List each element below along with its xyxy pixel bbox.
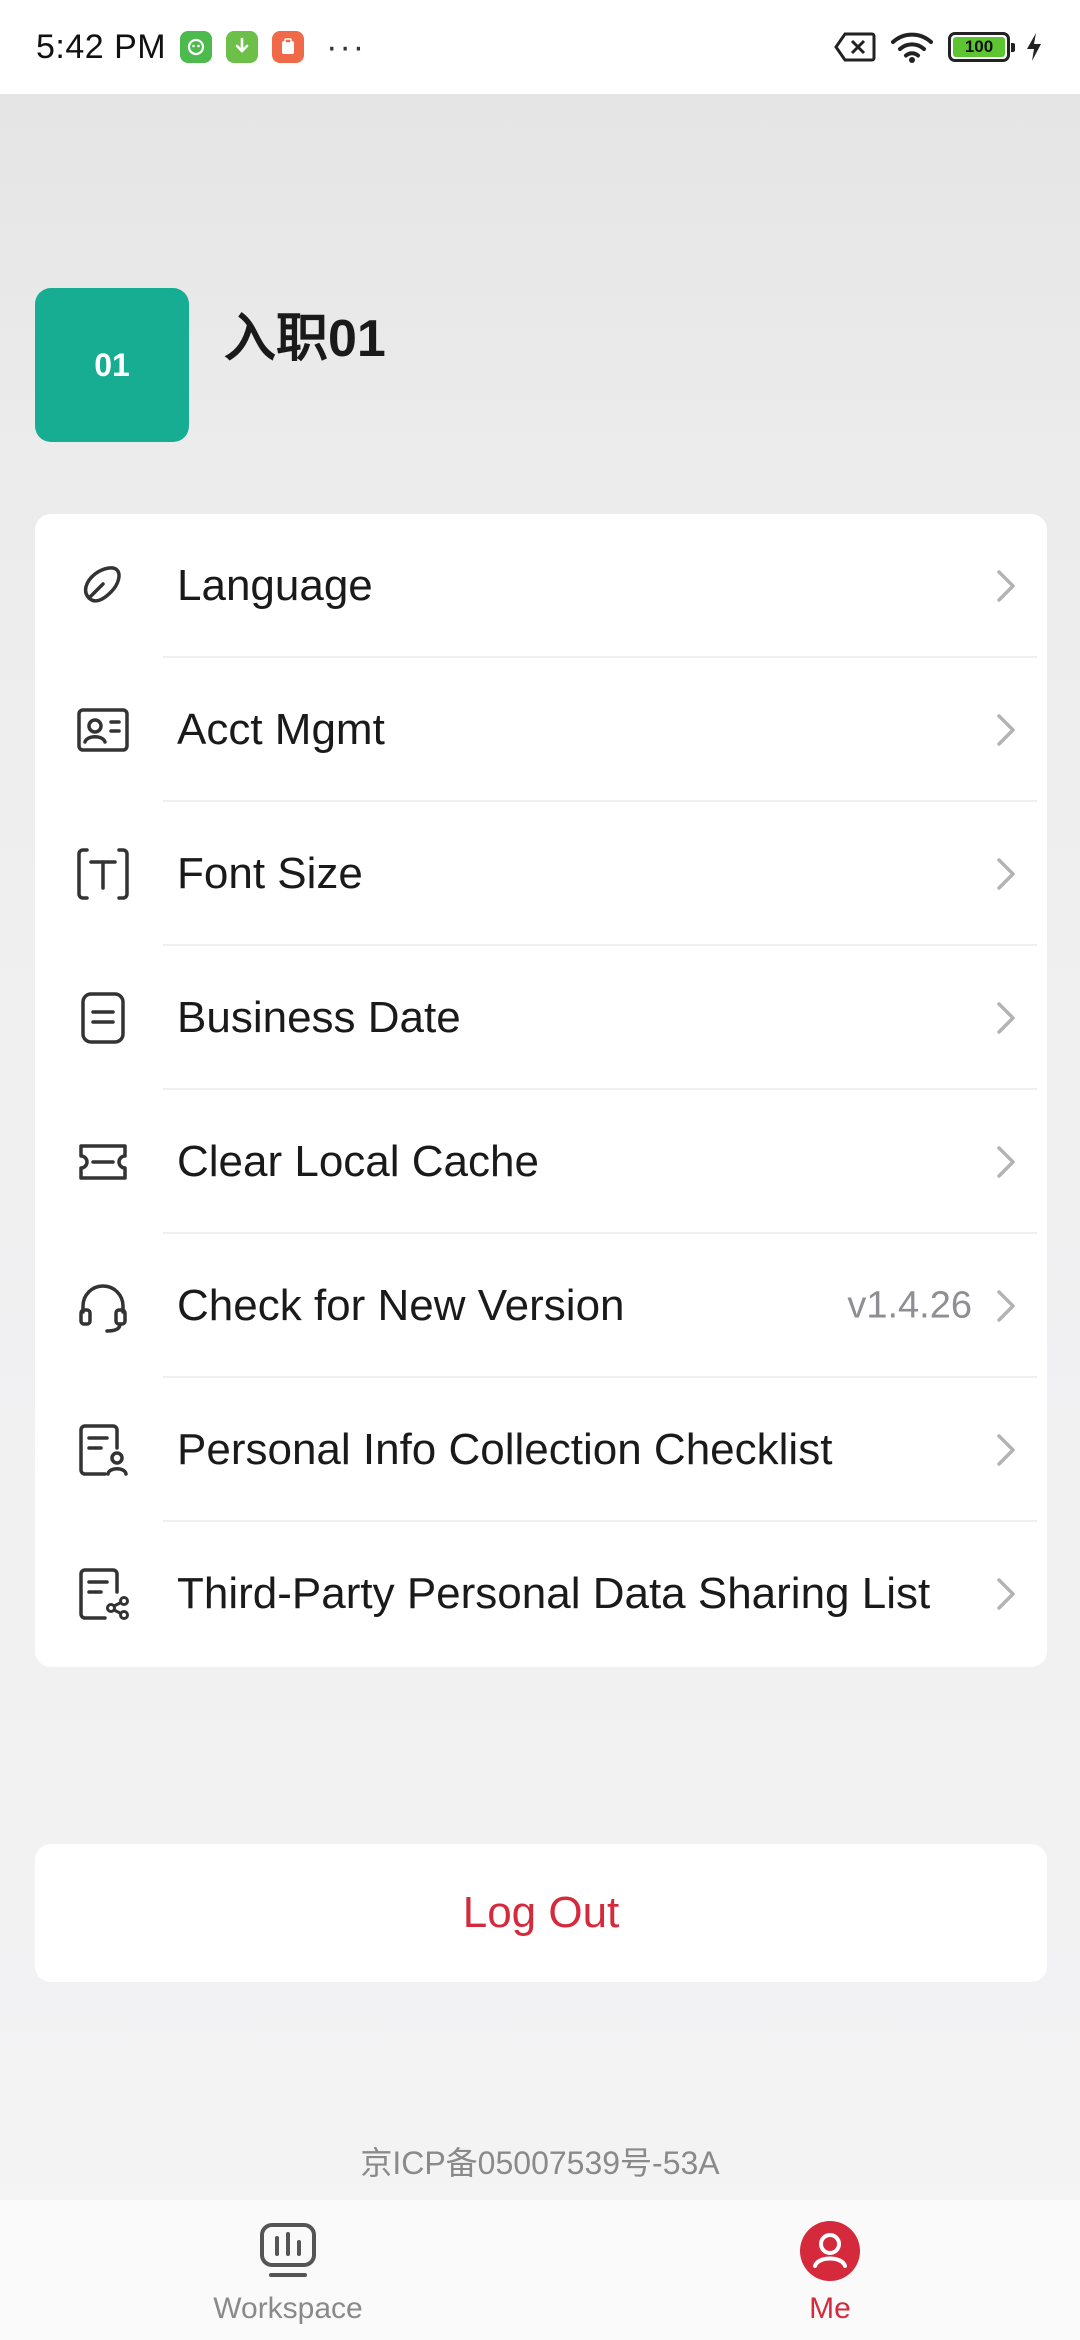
app-notification-icon [180,31,213,63]
menu-label: Language [177,561,373,610]
tag-icon [83,566,121,603]
download-notification-icon [226,31,259,63]
chevron-right-icon [997,570,1015,602]
version-value: v1.4.26 [847,1284,972,1327]
menu-label: Clear Local Cache [177,1137,539,1186]
menu-item-language[interactable]: Language [35,514,1047,658]
menu-item-account-management[interactable]: Acct Mgmt [35,658,1047,802]
logout-button[interactable]: Log Out [35,1844,1047,1982]
document-icon [81,992,125,1044]
share-list-icon [79,1568,129,1620]
logout-label: Log Out [462,1888,620,1937]
more-notifications-icon: ··· [326,28,367,66]
charging-icon [1027,33,1041,61]
user-profile-icon [800,2221,860,2281]
settings-menu: Language Acct Mgmt Font Size Business Da… [35,514,1047,1667]
chevron-right-icon [997,1290,1015,1322]
menu-label: Personal Info Collection Checklist [177,1425,833,1474]
tab-workspace[interactable]: Workspace [0,2200,540,2340]
status-right: 100 [834,30,1044,64]
tab-me[interactable]: Me [540,2200,1080,2340]
status-bar: 5:42 PM ··· 100 [0,0,1080,94]
menu-item-check-version[interactable]: Check for New Version v1.4.26 [35,1234,1047,1378]
battery-level: 100 [953,37,1005,57]
user-list-icon [79,1424,128,1476]
chevron-right-icon [997,1002,1015,1034]
tab-label: Workspace [213,2292,363,2325]
text-size-icon [77,848,129,900]
wifi-icon [891,32,933,63]
menu-label: Check for New Version [177,1281,625,1330]
chevron-right-icon [997,858,1015,890]
user-name: 入职01 [224,310,386,368]
menu-item-clear-cache[interactable]: Clear Local Cache [35,1090,1047,1234]
menu-label: Third-Party Personal Data Sharing List [177,1569,931,1618]
id-card-icon [77,708,129,752]
chevron-right-icon [997,1434,1015,1466]
menu-item-third-party-sharing-list[interactable]: Third-Party Personal Data Sharing List [35,1522,1047,1666]
ticket-icon [79,1144,127,1180]
status-time: 5:42 PM [36,27,167,66]
workspace-icon [260,2223,316,2277]
avatar[interactable]: 01 [35,288,189,442]
menu-item-font-size[interactable]: Font Size [35,802,1047,946]
menu-item-personal-info-checklist[interactable]: Personal Info Collection Checklist [35,1378,1047,1522]
menu-item-business-date[interactable]: Business Date [35,946,1047,1090]
headset-icon [79,1284,127,1333]
menu-label: Font Size [177,849,363,898]
battery-icon: 100 [948,32,1015,62]
bottom-tab-bar: Workspace Me [0,2200,1080,2340]
no-sim-icon [834,32,876,62]
menu-label: Business Date [177,993,461,1042]
chevron-right-icon [997,1146,1015,1178]
chevron-right-icon [997,714,1015,746]
menu-label: Acct Mgmt [177,705,385,754]
tab-label: Me [809,2292,851,2325]
icp-license: 京ICP备05007539号-53A [360,2145,720,2181]
chevron-right-icon [997,1578,1015,1610]
app-store-notification-icon [272,31,305,63]
avatar-text: 01 [94,346,130,383]
